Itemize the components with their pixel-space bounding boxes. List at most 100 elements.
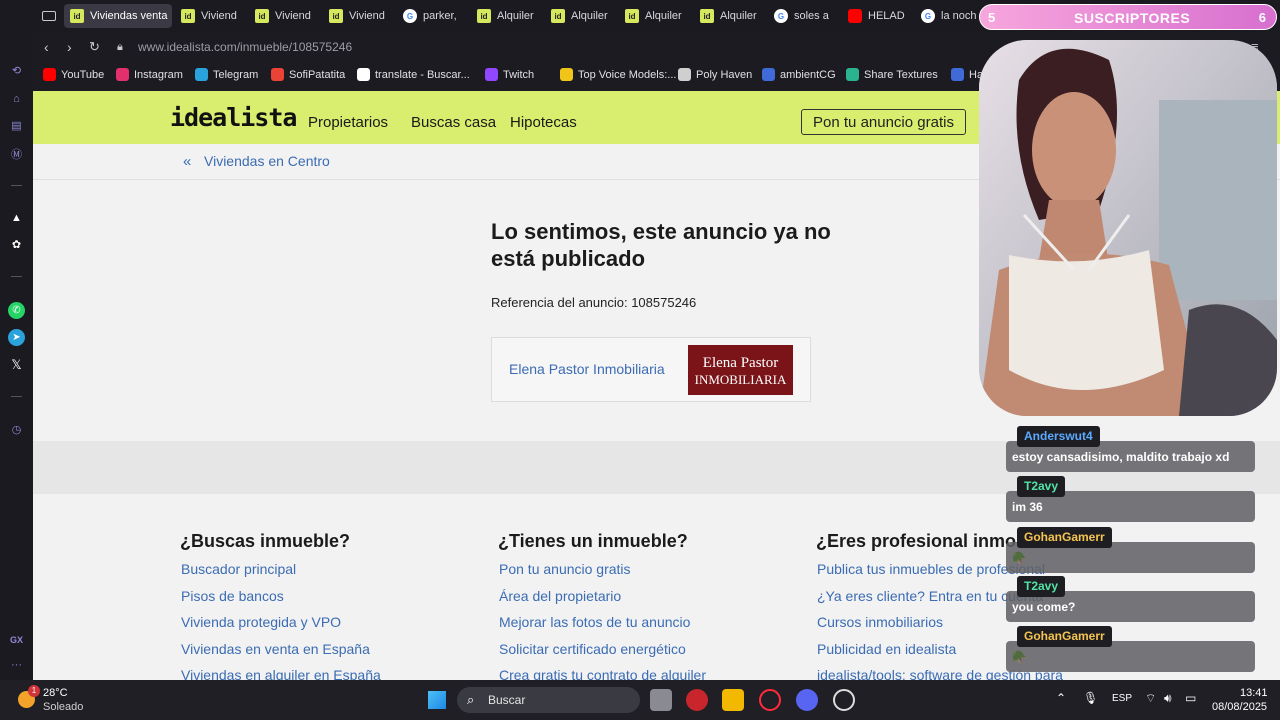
pinboard-icon[interactable]: ▤ <box>8 117 25 134</box>
weather-condition: Soleado <box>43 701 84 713</box>
page-title: Lo sentimos, este anuncio ya no está pub… <box>491 219 831 271</box>
obs-icon[interactable] <box>833 689 855 711</box>
sidebar-divider <box>11 396 22 397</box>
shopping-icon[interactable]: ⌂ <box>8 90 25 107</box>
lock-icon: 🔒︎ <box>117 41 123 53</box>
gx-label[interactable]: GX <box>10 635 23 645</box>
chat-username: T2avy <box>1017 576 1066 597</box>
opera-browser-icon[interactable] <box>759 689 781 711</box>
subscribers-bar: 5 SUSCRIPTORES 6 <box>979 4 1277 30</box>
publish-ad-button[interactable]: Pon tu anuncio gratis <box>801 109 966 135</box>
bookmark-item[interactable]: Poly Haven <box>678 68 752 81</box>
bookmark-item[interactable]: translate - Buscar... <box>357 68 470 81</box>
bookmark-favicon-icon <box>43 68 56 81</box>
bookmark-label: Twitch <box>503 68 535 81</box>
webcam-image <box>979 40 1277 416</box>
footer-link[interactable]: Crea gratis tu contrato de alquiler <box>499 667 706 680</box>
bookmark-label: Poly Haven <box>696 68 753 81</box>
google-icon: G <box>921 9 935 23</box>
browser-tab[interactable]: id Alquiler <box>545 4 613 28</box>
aria-icon[interactable]: ▲ <box>8 209 25 226</box>
url-field[interactable]: www.idealista.com/inmueble/108575246 <box>138 40 352 54</box>
footer-column-title: ¿Tienes un inmueble? <box>498 531 688 551</box>
bookmark-item[interactable]: Top Voice Models:... <box>560 68 676 81</box>
windows-start-icon[interactable] <box>427 690 446 709</box>
language-indicator[interactable]: ESP <box>1112 693 1132 704</box>
browser-tab[interactable]: Gparker, <box>397 4 465 28</box>
agency-logo-line1: Elena Pastor <box>702 355 779 371</box>
bookmark-label: SofiPatatita <box>289 68 346 81</box>
footer-link[interactable]: Área del propietario <box>499 588 621 604</box>
history-clock-icon[interactable]: ◷ <box>8 421 25 438</box>
microphone-icon[interactable]: 🎙︎ <box>1083 691 1098 705</box>
messenger-m-icon[interactable]: Ⓜ <box>8 145 25 162</box>
footer-link[interactable]: Solicitar certificado energético <box>499 641 686 657</box>
task-view-icon[interactable] <box>650 689 672 711</box>
nav-propietarios[interactable]: Propietarios <box>308 114 388 131</box>
browser-tab[interactable]: HELAD <box>842 4 910 28</box>
google-icon: G <box>774 9 788 23</box>
browser-tab[interactable]: Gsoles a <box>768 4 836 28</box>
footer-link[interactable]: Viviendas en venta en España <box>181 641 370 657</box>
footer-column-title: ¿Buscas inmueble? <box>180 531 351 551</box>
file-explorer-icon[interactable] <box>722 689 744 711</box>
wifi-icon[interactable]: ⌔ <box>1145 691 1156 706</box>
more-dots-icon[interactable]: ··· <box>11 659 22 671</box>
battery-icon[interactable]: ▭ <box>1185 691 1196 705</box>
bookmark-item[interactable]: SofiPatatita <box>271 68 345 81</box>
browser-tab[interactable]: id Alquiler <box>619 4 687 28</box>
footer-link[interactable]: Publicidad en idealista <box>817 641 956 657</box>
breadcrumb-link[interactable]: Viviendas en Centro <box>204 153 330 169</box>
browser-tab[interactable]: id Viviend <box>175 4 243 28</box>
footer-link[interactable]: Viviendas en alquiler en España <box>181 667 381 680</box>
sidebar-divider <box>11 276 22 277</box>
agency-name-link[interactable]: Elena Pastor Inmobiliaria <box>509 361 665 377</box>
idealista-icon: id <box>700 9 714 23</box>
tab-overview-icon[interactable] <box>42 11 56 21</box>
footer-link[interactable]: Buscador principal <box>181 561 296 577</box>
nav-hipotecas[interactable]: Hipotecas <box>510 114 577 131</box>
idealista-logo[interactable]: idealista <box>170 103 297 132</box>
chatgpt-icon[interactable]: ✿ <box>8 236 25 253</box>
browser-tab[interactable]: id Alquiler <box>694 4 762 28</box>
taskbar-search[interactable]: ⌕ Buscar <box>457 687 640 713</box>
volume-icon[interactable]: 🔊︎ <box>1164 691 1172 706</box>
tray-chevron-up-icon[interactable]: ⌃ <box>1056 691 1066 705</box>
bookmark-item[interactable]: Share Textures <box>846 68 938 81</box>
agency-logo[interactable]: Elena Pastor INMOBILIARIA <box>688 345 793 395</box>
tab-label: Viviend <box>201 10 237 22</box>
back-icon[interactable]: ‹ <box>44 39 49 55</box>
telegram-icon[interactable]: ➤ <box>8 329 25 346</box>
browser-tab[interactable]: id Alquiler <box>471 4 539 28</box>
sidebar-divider <box>11 185 22 186</box>
footer-link[interactable]: Mejorar las fotos de tu anuncio <box>499 614 690 630</box>
whatsapp-icon[interactable]: ✆ <box>8 302 25 319</box>
browser-tab[interactable]: id Viviend <box>323 4 391 28</box>
footer-link[interactable]: Cursos inmobiliarios <box>817 614 943 630</box>
forward-icon[interactable]: › <box>67 39 72 55</box>
browser-tab[interactable]: id Viviend <box>249 4 317 28</box>
reload-icon[interactable]: ↻ <box>89 39 100 55</box>
bookmark-item[interactable]: Instagram <box>116 68 183 81</box>
footer-link[interactable]: Pon tu anuncio gratis <box>499 561 631 577</box>
footer-link[interactable]: Vivienda protegida y VPO <box>181 614 341 630</box>
chat-username: GohanGamerr <box>1017 626 1112 647</box>
discord-icon[interactable] <box>796 689 818 711</box>
bookmark-item[interactable]: Twitch <box>485 68 534 81</box>
opera-gx-icon[interactable] <box>686 689 708 711</box>
nav-buscas-casa[interactable]: Buscas casa <box>411 114 496 131</box>
browser-tab[interactable]: Gla noch <box>915 4 977 28</box>
webcam-overlay <box>979 40 1277 416</box>
back-history-icon[interactable]: ⟲ <box>8 62 25 79</box>
footer-link[interactable]: Pisos de bancos <box>181 588 284 604</box>
bookmark-item[interactable]: YouTube <box>43 68 104 81</box>
double-chevron-left-icon[interactable]: « <box>183 153 191 170</box>
bookmark-label: translate - Buscar... <box>375 68 470 81</box>
bookmark-item[interactable]: Telegram <box>195 68 258 81</box>
bookmark-label: YouTube <box>61 68 105 81</box>
weather-badge: 1 <box>28 685 40 697</box>
bookmark-item[interactable]: ambientCG <box>762 68 836 81</box>
x-icon[interactable]: 𝕏 <box>8 356 25 373</box>
agency-card[interactable]: Elena Pastor Inmobiliaria Elena Pastor I… <box>491 337 811 402</box>
browser-tab[interactable]: id Viviendas venta <box>64 4 172 28</box>
